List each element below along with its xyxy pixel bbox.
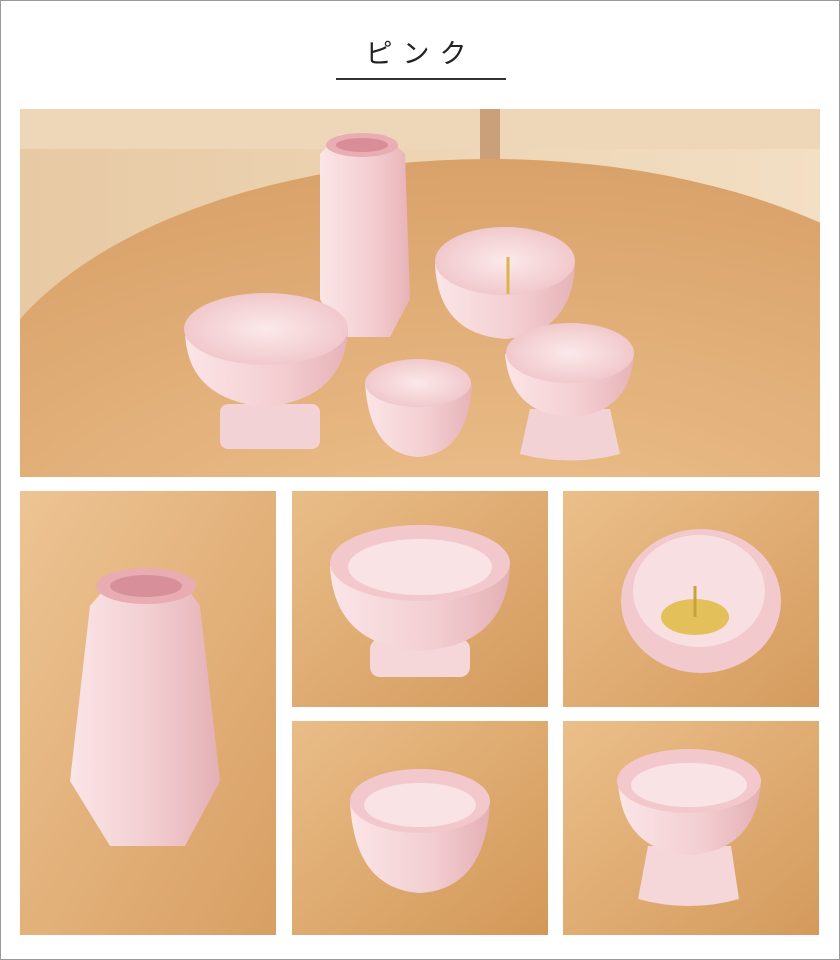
vase-photo xyxy=(20,491,276,935)
main-set-photo xyxy=(20,109,820,477)
candle-holder-photo xyxy=(563,491,819,707)
vase-item xyxy=(320,133,410,337)
footed-bowl-photo xyxy=(292,491,548,707)
small-cup-photo xyxy=(292,721,548,935)
pedestal-cup-item xyxy=(505,323,634,461)
page-title: ピンク xyxy=(365,39,477,70)
pedestal-cup-photo xyxy=(563,721,819,935)
title-underline xyxy=(336,78,506,80)
